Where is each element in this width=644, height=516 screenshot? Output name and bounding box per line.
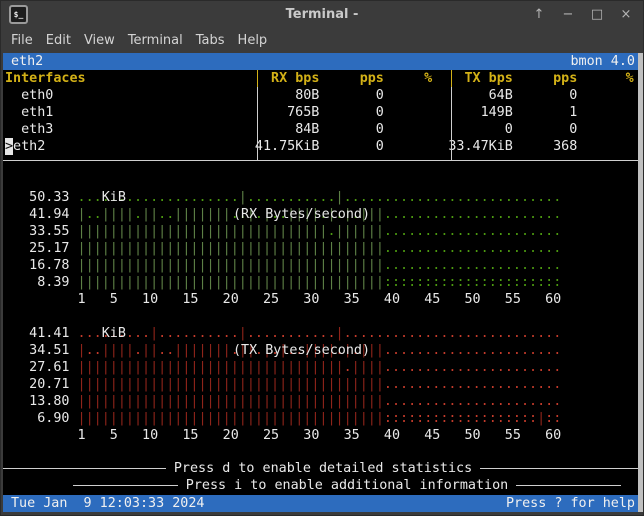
table-cell: 80B <box>255 87 319 104</box>
table-cell <box>577 138 633 155</box>
row-marker <box>5 87 13 104</box>
menu-tabs[interactable]: Tabs <box>196 33 225 48</box>
interface-row[interactable]: eth384B000 <box>3 121 643 138</box>
menu-view[interactable]: View <box>84 33 115 48</box>
tx-graph: KiB (TX Bytes/second) 41.41.........|...… <box>3 308 643 444</box>
table-cell <box>432 104 448 121</box>
table-cell: 84B <box>255 121 319 138</box>
menu-terminal[interactable]: Terminal <box>128 33 183 48</box>
col-tx-bps: TX bps <box>448 70 512 87</box>
row-marker <box>5 121 13 138</box>
table-cell: 0 <box>513 121 577 138</box>
terminal-scrollbar[interactable] <box>638 53 643 512</box>
table-cell <box>432 121 448 138</box>
interface-table-rows: eth080B064B0 eth1765B0149B1 eth384B000>e… <box>3 87 643 155</box>
table-cell <box>384 104 432 121</box>
rollup-button[interactable]: ↑ <box>532 7 546 22</box>
rx-graph-row: 25.17|||||||||||||||||||||||||||||||||||… <box>3 240 643 257</box>
table-cell <box>432 138 448 155</box>
interface-name: eth0 <box>13 87 255 104</box>
menu-file[interactable]: File <box>11 33 33 48</box>
hint-additional-information: Press i to enable additional information <box>3 477 643 494</box>
bmon-selected-interface: eth2 <box>11 53 43 70</box>
col-rx-bps: RX bps <box>255 70 319 87</box>
minimize-button[interactable]: − <box>561 7 575 22</box>
table-cell <box>384 87 432 104</box>
table-cell: 33.47KiB <box>448 138 512 155</box>
bmon-version-label: bmon 4.0 <box>571 53 636 70</box>
table-cell: 0 <box>319 87 383 104</box>
rx-x-axis: 1 5 10 15 20 25 30 35 40 45 50 55 60 <box>3 291 643 308</box>
status-datetime: Tue Jan 9 12:03:33 2024 <box>11 495 204 512</box>
terminal-app-icon: $_ <box>9 5 28 24</box>
col-rx-pps: pps <box>319 70 383 87</box>
interface-name: eth1 <box>13 104 255 121</box>
rx-graph-row: 8.39||||||||||||||||||||||||||||||||||||… <box>3 274 643 291</box>
interface-name: eth3 <box>13 121 255 138</box>
window-controls: ↑ − □ × <box>532 1 633 27</box>
table-cell: 149B <box>448 104 512 121</box>
table-cell <box>577 121 633 138</box>
table-cell: 0 <box>319 138 383 155</box>
row-marker <box>5 104 13 121</box>
hint-detailed-statistics: Press d to enable detailed statistics <box>3 460 643 477</box>
tx-x-axis: 1 5 10 15 20 25 30 35 40 45 50 55 60 <box>3 427 643 444</box>
col-tx-pct: % <box>577 70 633 87</box>
table-cell <box>384 138 432 155</box>
table-cell <box>384 121 432 138</box>
tx-graph-row: 13.80|||||||||||||||||||||||||||||||||||… <box>3 393 643 410</box>
interface-table-header: Interfaces RX bps pps % TX bps pps % <box>3 70 643 87</box>
tx-graph-row: 27.61|||||||||||||||||||||||||||||||||.|… <box>3 359 643 376</box>
table-cell: 0 <box>513 87 577 104</box>
table-cell: 41.75KiB <box>255 138 319 155</box>
rx-graph-title: (RX Bytes/second) <box>233 206 370 223</box>
window-title: Terminal - <box>286 7 359 22</box>
table-cell: 0 <box>319 104 383 121</box>
table-cell <box>432 87 448 104</box>
interface-row[interactable]: eth1765B0 149B1 <box>3 104 643 121</box>
interface-row[interactable]: >eth241.75KiB0 33.47KiB368 <box>3 138 643 155</box>
interface-row[interactable]: eth080B064B0 <box>3 87 643 104</box>
tx-unit-label: KiB <box>70 325 126 342</box>
bmon-header-bar: eth2 bmon 4.0 <box>3 53 643 70</box>
menu-edit[interactable]: Edit <box>46 33 71 48</box>
rx-unit-label: KiB <box>70 189 126 206</box>
col-interfaces: Interfaces <box>5 70 255 87</box>
table-cell: 0 <box>448 121 512 138</box>
table-cell <box>577 104 633 121</box>
menu-help[interactable]: Help <box>238 33 268 48</box>
tx-graph-row: 6.90||||||||||||||||||||||||||||||||||||… <box>3 410 643 427</box>
table-cell: 1 <box>513 104 577 121</box>
table-separator-left <box>257 70 258 161</box>
table-cell: 368 <box>513 138 577 155</box>
tx-graph-title: (TX Bytes/second) <box>233 342 370 359</box>
terminal-window: $_ Terminal - ↑ − □ × File Edit View Ter… <box>0 0 644 516</box>
menubar: File Edit View Terminal Tabs Help <box>1 27 643 53</box>
rx-graph: KiB (RX Bytes/second) 50.33.............… <box>3 172 643 308</box>
close-button[interactable]: × <box>619 7 633 22</box>
col-rx-pct: % <box>384 70 432 87</box>
selection-cursor: > <box>5 138 13 155</box>
tx-graph-row: 20.71|||||||||||||||||||||||||||||||||||… <box>3 376 643 393</box>
rx-graph-row: 16.78|||||||||||||||||||||||||||||||||||… <box>3 257 643 274</box>
terminal-viewport: eth2 bmon 4.0 Interfaces RX bps pps % TX… <box>3 53 643 512</box>
titlebar[interactable]: $_ Terminal - ↑ − □ × <box>1 1 643 27</box>
table-cell: 765B <box>255 104 319 121</box>
table-separator-right <box>451 70 452 161</box>
table-cell <box>577 87 633 104</box>
table-cell: 0 <box>319 121 383 138</box>
interface-name: eth2 <box>13 138 255 155</box>
maximize-button[interactable]: □ <box>590 7 604 22</box>
rx-graph-row: 33.55|||||||||||||||||||||||||||||||.|||… <box>3 223 643 240</box>
col-tx-pps: pps <box>513 70 577 87</box>
bmon-status-bar: Tue Jan 9 12:03:33 2024 Press ? for help <box>3 495 643 512</box>
status-help-hint: Press ? for help <box>506 495 635 512</box>
table-bottom-rule <box>3 160 643 161</box>
table-cell: 64B <box>448 87 512 104</box>
